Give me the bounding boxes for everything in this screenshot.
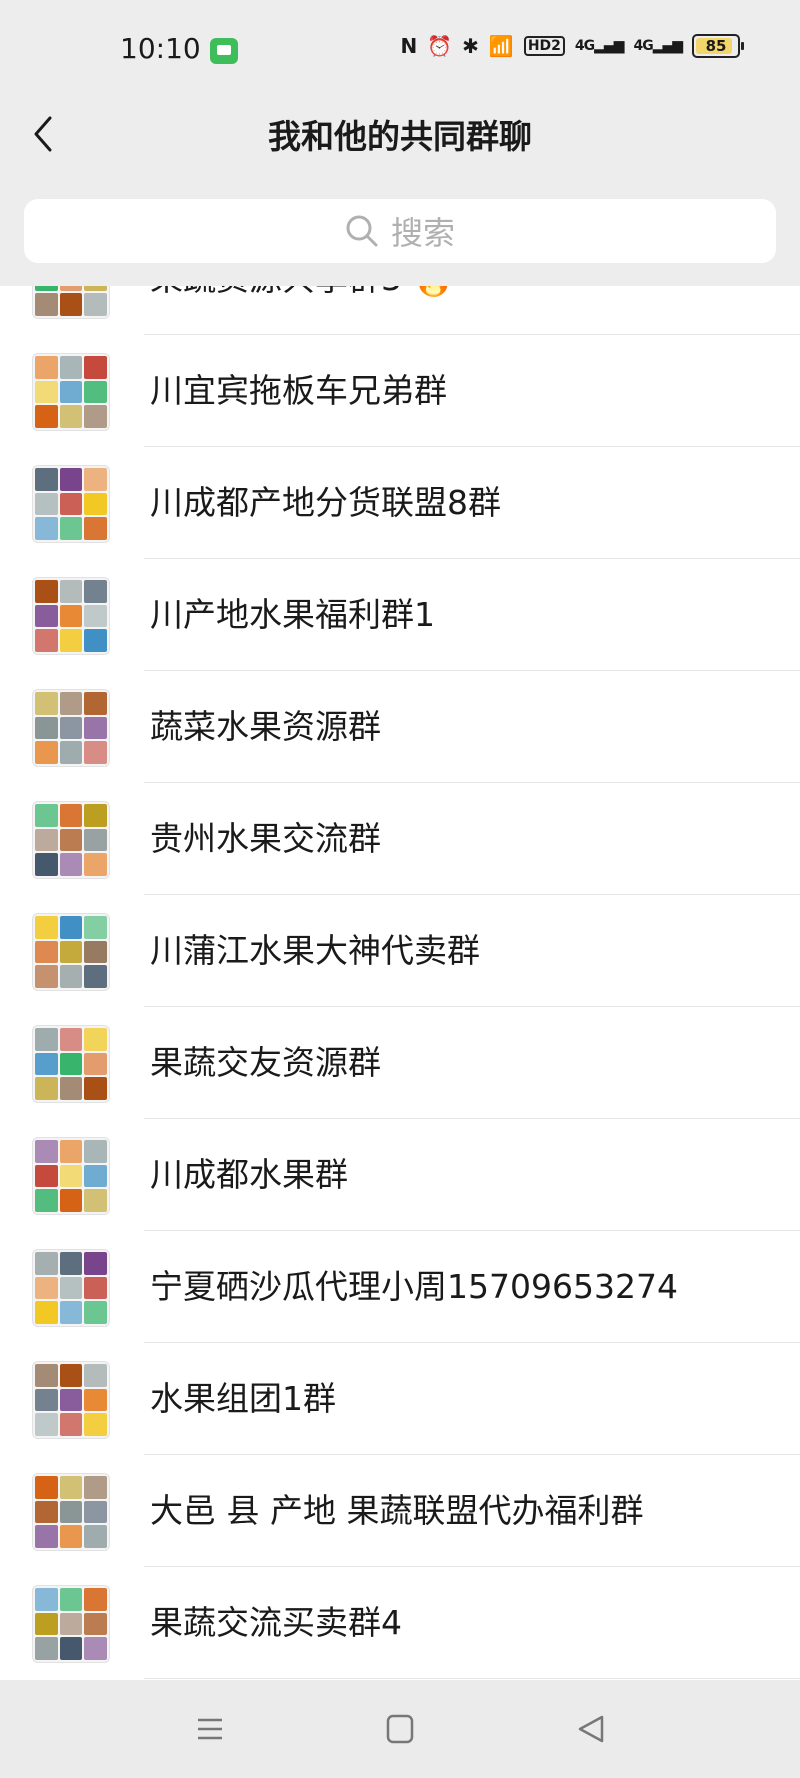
group-list-item[interactable]: 贵州水果交流群 <box>0 783 800 895</box>
group-list-item[interactable]: 果蔬交流买卖群4 <box>0 1567 800 1679</box>
menu-icon[interactable] <box>190 1712 230 1746</box>
battery-level: 85 <box>705 37 727 55</box>
nfc-icon: N <box>400 34 418 58</box>
signal-4g-icon-2: 4G▂▄▆ <box>633 38 683 54</box>
group-avatar <box>32 689 110 767</box>
group-avatar <box>32 913 110 991</box>
search-placeholder: 搜索 <box>390 214 455 252</box>
group-list-item[interactable]: 果蔬资源共享群3 🔥 <box>0 286 800 335</box>
group-list-item[interactable]: 宁夏硒沙瓜代理小周15709653274 <box>0 1231 800 1343</box>
group-list-item[interactable]: 川宜宾拖板车兄弟群 <box>0 335 800 447</box>
group-name: 川蒲江水果大神代卖群 <box>150 931 480 970</box>
group-avatar <box>32 1137 110 1215</box>
group-name: 川成都水果群 <box>150 1155 348 1194</box>
message-notification-icon <box>210 38 238 64</box>
group-list-item[interactable]: 川产地水果福利群1 <box>0 559 800 671</box>
home-icon[interactable] <box>380 1712 420 1746</box>
group-list-item[interactable]: 水果组团1群 <box>0 1343 800 1455</box>
group-name: 果蔬交流买卖群4 <box>150 1603 402 1642</box>
group-avatar <box>32 353 110 431</box>
page-title: 我和他的共同群聊 <box>268 117 532 156</box>
group-name: 贵州水果交流群 <box>150 819 381 858</box>
system-navigation-bar <box>0 1680 800 1778</box>
group-avatar <box>32 465 110 543</box>
group-list-item[interactable]: 川成都产地分货联盟8群 <box>0 447 800 559</box>
group-avatar <box>32 1585 110 1663</box>
group-avatar <box>32 1025 110 1103</box>
wifi-icon: 📶 <box>488 34 514 58</box>
group-list-item[interactable]: 川蒲江水果大神代卖群 <box>0 895 800 1007</box>
divider <box>144 1678 800 1679</box>
group-avatar <box>32 801 110 879</box>
back-triangle-icon[interactable] <box>572 1712 612 1746</box>
hd-voice-icon: HD2 <box>523 36 565 56</box>
group-list-item[interactable]: 果蔬交友资源群 <box>0 1007 800 1119</box>
group-name: 果蔬交友资源群 <box>150 1043 381 1082</box>
group-name: 川成都产地分货联盟8群 <box>150 483 501 522</box>
status-bar: 10:10 N ⏰ ✱ 📶 HD2 4G▂▄▆ 4G▂▄▆ 85 <box>0 0 800 100</box>
group-avatar <box>32 1473 110 1551</box>
group-avatar <box>32 286 110 319</box>
group-name: 蔬菜水果资源群 <box>150 707 381 746</box>
group-name: 川产地水果福利群1 <box>150 595 435 634</box>
group-name: 宁夏硒沙瓜代理小周15709653274 <box>150 1267 678 1306</box>
group-avatar <box>32 1249 110 1327</box>
group-name: 大邑 县 产地 果蔬联盟代办福利群 <box>150 1491 644 1530</box>
navigation-header: 我和他的共同群聊 <box>0 100 800 190</box>
group-avatar <box>32 1361 110 1439</box>
group-avatar <box>32 577 110 655</box>
alarm-icon: ⏰ <box>427 34 453 58</box>
system-icons: N ⏰ ✱ 📶 HD2 4G▂▄▆ 4G▂▄▆ 85 <box>400 34 744 58</box>
signal-4g-icon-1: 4G▂▄▆ <box>574 38 625 54</box>
status-time: 10:10 <box>120 32 201 65</box>
group-name: 果蔬资源共享群3 🔥 <box>150 286 454 335</box>
group-list-item[interactable]: 蔬菜水果资源群 <box>0 671 800 783</box>
search-icon <box>346 215 378 247</box>
bluetooth-icon: ✱ <box>462 34 479 58</box>
group-list[interactable]: 果蔬资源共享群3 🔥 川宜宾拖板车兄弟群川成都产地分货联盟8群川产地水果福利群1 蔬… <box>0 286 800 1680</box>
group-list-item[interactable]: 川成都水果群 <box>0 1119 800 1231</box>
group-name: 水果组团1群 <box>150 1379 336 1418</box>
group-list-item[interactable]: 大邑 县 产地 果蔬联盟代办福利群 <box>0 1455 800 1567</box>
battery-icon: 85 <box>692 34 744 58</box>
group-name: 川宜宾拖板车兄弟群 <box>150 371 447 410</box>
search-input[interactable]: 搜索 <box>24 199 776 263</box>
